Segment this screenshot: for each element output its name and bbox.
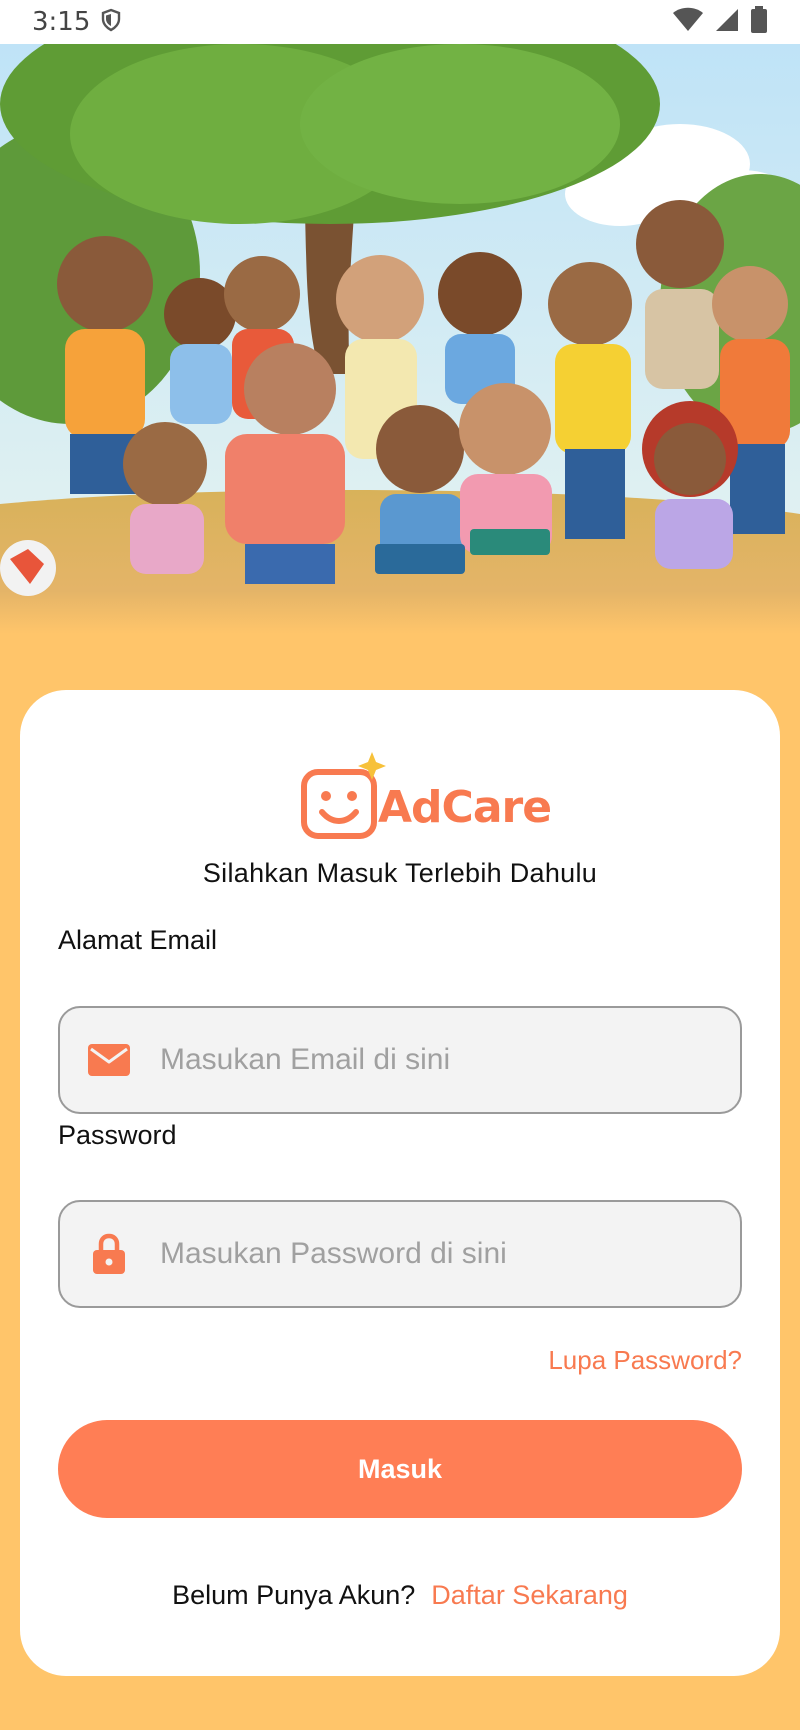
email-field[interactable] (58, 1006, 742, 1114)
signal-icon (714, 7, 740, 37)
status-bar: 3:15 (0, 0, 800, 44)
register-question: Belum Punya Akun? (172, 1580, 416, 1610)
login-subtitle: Silahkan Masuk Terlebih Dahulu (202, 858, 598, 888)
password-field[interactable] (58, 1200, 742, 1308)
app-logo: AdCare (300, 750, 552, 840)
register-row: Belum Punya Akun? Daftar Sekarang (20, 1580, 780, 1611)
forgot-password-link[interactable]: Lupa Password? (548, 1345, 742, 1376)
register-link[interactable]: Daftar Sekarang (431, 1580, 628, 1611)
shield-icon (100, 8, 122, 36)
status-left: 3:15 (32, 7, 122, 37)
hero-illustration (0, 44, 800, 634)
status-right (672, 6, 768, 38)
lock-icon (86, 1233, 132, 1275)
logo-icon (301, 752, 386, 839)
login-button[interactable]: Masuk (58, 1420, 742, 1518)
email-label: Alamat Email (58, 925, 218, 955)
status-time: 3:15 (32, 7, 91, 37)
logo-text: AdCare (378, 782, 552, 833)
battery-icon (750, 6, 768, 38)
password-input[interactable] (160, 1237, 720, 1271)
email-input[interactable] (160, 1043, 720, 1077)
login-card: AdCare Silahkan Masuk Terlebih Dahulu Al… (20, 690, 780, 1676)
mail-icon (86, 1044, 132, 1076)
password-label: Password (58, 1120, 177, 1150)
wifi-icon (672, 7, 704, 37)
